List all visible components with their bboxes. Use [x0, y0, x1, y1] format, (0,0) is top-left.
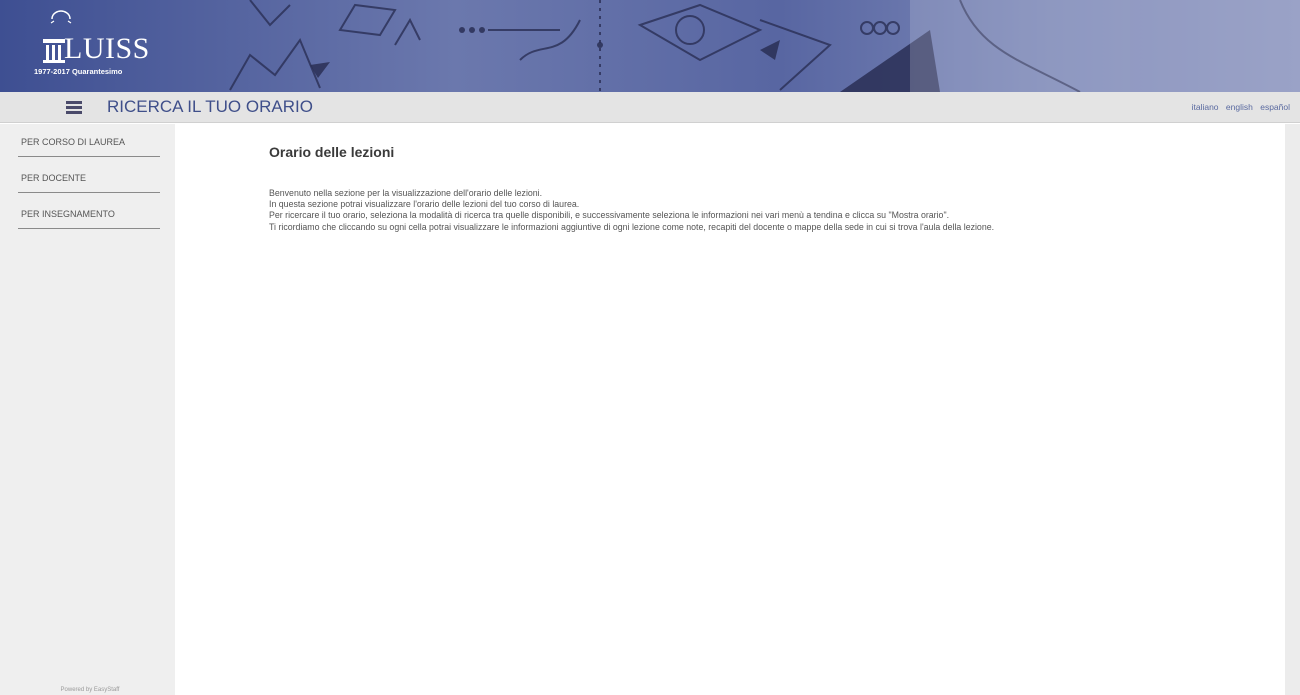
page-title: RICERCA IL TUO ORARIO — [107, 97, 313, 116]
anniversary-badge-icon — [50, 10, 72, 24]
sidebar-footer: Powered by EasyStaff — [60, 687, 120, 693]
intro-text: Benvenuto nella sezione per la visualizz… — [269, 188, 1279, 233]
language-switcher: italiano english español — [1187, 102, 1290, 112]
intro-paragraph: Per ricercare il tuo orario, seleziona l… — [269, 210, 950, 221]
header-banner: LUISS 1977-2017 Quarantesimo — [0, 0, 1300, 92]
main-content: Orario delle lezioni Benvenuto nella sez… — [175, 124, 1285, 695]
luiss-logo[interactable]: LUISS 1977-2017 Quarantesimo — [28, 10, 178, 86]
sidebar: PER CORSO DI LAUREA PER DOCENTE PER INSE… — [0, 124, 175, 695]
sidebar-item-docente[interactable]: PER DOCENTE — [18, 160, 160, 193]
content-heading: Orario delle lezioni — [269, 144, 395, 160]
intro-paragraph: Benvenuto nella sezione per la visualizz… — [269, 188, 543, 198]
logo-wordmark: LUISS — [64, 32, 150, 65]
sidebar-item-label: PER CORSO DI LAUREA — [21, 137, 126, 147]
column-icon — [43, 39, 65, 63]
sidebar-item-label: PER DOCENTE — [21, 173, 87, 183]
sidebar-item-insegnamento[interactable]: PER INSEGNAMENTO — [18, 196, 160, 229]
lang-italiano[interactable]: italiano — [1192, 102, 1219, 112]
title-bar: RICERCA IL TUO ORARIO italiano english e… — [0, 92, 1300, 123]
page-scrollbar[interactable] — [1285, 124, 1300, 695]
menu-icon[interactable] — [66, 101, 82, 114]
banner-illustration — [0, 0, 1300, 92]
sidebar-item-label: PER INSEGNAMENTO — [21, 209, 115, 219]
logo-subtitle: 1977-2017 Quarantesimo — [34, 67, 123, 76]
lang-espanol[interactable]: español — [1260, 102, 1290, 112]
intro-paragraph: In questa sezione potrai visualizzare l'… — [269, 199, 580, 210]
sidebar-item-corso-di-laurea[interactable]: PER CORSO DI LAUREA — [18, 124, 160, 157]
lang-english[interactable]: english — [1226, 102, 1253, 112]
intro-paragraph: Ti ricordiamo che cliccando su ogni cell… — [269, 221, 995, 232]
